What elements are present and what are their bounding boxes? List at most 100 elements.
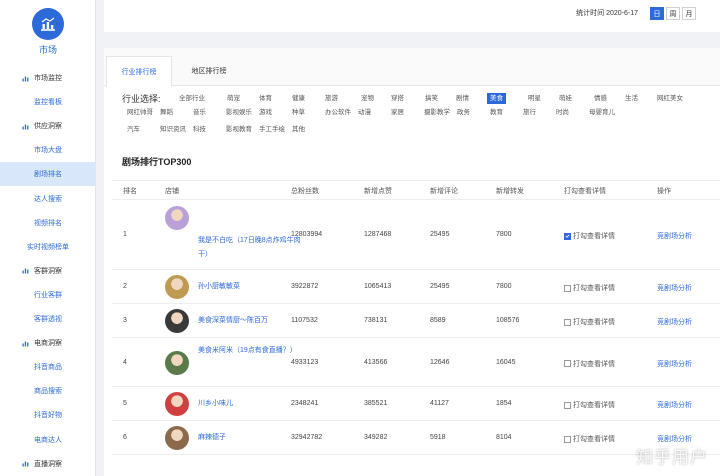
- analysis-link[interactable]: 竞剧场分析: [657, 283, 692, 293]
- category-chip[interactable]: 音乐: [190, 107, 209, 118]
- sidebar-item-6[interactable]: 视频排名: [0, 211, 96, 235]
- shop-name-link[interactable]: 川乡小味儿: [198, 397, 306, 411]
- sidebar-item-15[interactable]: 电商达人: [0, 428, 96, 452]
- sidebar-item-label: 实时视频榜单: [27, 243, 69, 251]
- shop-name-link[interactable]: 孙小厨敏敏菜: [198, 280, 306, 294]
- category-chip[interactable]: 体育: [256, 93, 275, 104]
- category-chip[interactable]: 影视教育: [223, 124, 255, 135]
- sidebar-item-1[interactable]: 监控看板: [0, 90, 96, 114]
- category-chip[interactable]: 穿搭: [388, 93, 407, 104]
- shop-avatar[interactable]: [165, 426, 189, 450]
- shop-name-link[interactable]: 美食米阿米（19点有食直播？）: [198, 344, 306, 358]
- category-chip[interactable]: 家居: [388, 107, 407, 118]
- category-chip[interactable]: 其他: [289, 124, 308, 135]
- sidebar-item-0[interactable]: 市场监控: [0, 66, 96, 90]
- th-action: 操作: [657, 188, 671, 195]
- sidebar-item-5[interactable]: 达人搜索: [0, 187, 96, 211]
- category-chip[interactable]: 舞蹈: [157, 107, 176, 118]
- category-chip[interactable]: 明星: [525, 93, 544, 104]
- week-toggle[interactable]: 周: [666, 7, 680, 20]
- category-chip[interactable]: 美食: [487, 93, 506, 104]
- category-chip[interactable]: 知识资讯: [157, 124, 189, 135]
- analysis-link[interactable]: 竞剧场分析: [657, 400, 692, 410]
- detail-checkbox[interactable]: 打勾查看详情: [564, 317, 615, 327]
- shop-name-link[interactable]: 美食深菜情厨～陈百万: [198, 314, 306, 328]
- category-chip[interactable]: 时尚: [553, 107, 572, 118]
- category-label: 行业选择:: [122, 94, 161, 104]
- shop-avatar[interactable]: [165, 350, 189, 375]
- shop-avatar[interactable]: [165, 206, 189, 230]
- market-logo[interactable]: [32, 8, 64, 40]
- category-chip[interactable]: 政务: [454, 107, 473, 118]
- shares-cell: 8104: [496, 434, 512, 441]
- tab-bar: 行业排行榜 地区排行榜: [104, 48, 720, 87]
- category-chip[interactable]: 办公软件: [322, 107, 354, 118]
- category-chip[interactable]: 健康: [289, 93, 308, 104]
- comments-cell: 41127: [430, 400, 449, 407]
- sidebar-item-2[interactable]: 供应洞察: [0, 114, 96, 138]
- sidebar-item-13[interactable]: 商品搜索: [0, 379, 96, 403]
- month-toggle[interactable]: 月: [682, 7, 696, 20]
- sidebar-item-12[interactable]: 抖音商品: [0, 355, 96, 379]
- category-chip[interactable]: 教育: [487, 107, 506, 118]
- sidebar-item-8[interactable]: 客群洞察: [0, 259, 96, 283]
- table-row: 1 我是不白吃（17日晚8点炸鸡牛肉干） 12803994 1287468 25495 7…: [112, 200, 720, 270]
- category-chip[interactable]: 剧情: [453, 93, 472, 104]
- category-chip[interactable]: 生活: [622, 93, 641, 104]
- tab-industry-ranking[interactable]: 行业排行榜: [106, 56, 172, 87]
- detail-checkbox[interactable]: 打勾查看详情: [564, 434, 615, 444]
- sidebar-item-14[interactable]: 抖音好物: [0, 403, 96, 427]
- checkbox-icon[interactable]: [564, 360, 571, 367]
- detail-checkbox[interactable]: 打勾查看详情: [564, 231, 615, 241]
- rank-cell: 3: [123, 317, 127, 324]
- detail-checkbox[interactable]: 打勾查看详情: [564, 283, 615, 293]
- detail-checkbox[interactable]: 打勾查看详情: [564, 400, 615, 410]
- sidebar-item-3[interactable]: 市场大盘: [0, 138, 96, 162]
- checkbox-checked-icon[interactable]: [564, 232, 571, 240]
- sidebar-item-7[interactable]: 实时视频榜单: [0, 235, 96, 259]
- sidebar-item-10[interactable]: 客群透视: [0, 307, 96, 331]
- shop-avatar[interactable]: [165, 392, 189, 416]
- category-chip[interactable]: 母婴育儿: [586, 107, 618, 118]
- sidebar-item-9[interactable]: 行业客群: [0, 283, 96, 307]
- analysis-link[interactable]: 竞剧场分析: [657, 231, 692, 241]
- sidebar-item-16[interactable]: 直播洞察: [0, 452, 96, 476]
- category-chip[interactable]: 动漫: [355, 107, 374, 118]
- checkbox-icon[interactable]: [564, 435, 571, 443]
- category-chip[interactable]: 全部行业: [176, 93, 208, 104]
- checkbox-icon[interactable]: [564, 318, 571, 326]
- category-chip[interactable]: 种草: [289, 107, 308, 118]
- category-chip[interactable]: 手工手绘: [256, 124, 288, 135]
- tab-region-ranking[interactable]: 地区排行榜: [176, 56, 242, 86]
- category-chip[interactable]: 网红帅哥: [124, 107, 156, 118]
- category-chip[interactable]: 萌娃: [556, 93, 575, 104]
- checkbox-icon[interactable]: [564, 284, 571, 292]
- category-chip[interactable]: 情感: [591, 93, 610, 104]
- category-chip[interactable]: 摄影教学: [421, 107, 453, 118]
- shop-name-link[interactable]: 麻辣德子: [198, 431, 306, 445]
- rank-cell: 1: [123, 231, 127, 238]
- shop-name-link[interactable]: 我是不白吃（17日晚8点炸鸡牛肉干）: [198, 234, 306, 262]
- category-chip[interactable]: 科技: [190, 124, 209, 135]
- day-toggle[interactable]: 日: [650, 7, 664, 20]
- shop-avatar[interactable]: [165, 309, 189, 333]
- chart-icon: [41, 17, 55, 31]
- main-panel: 行业排行榜 地区排行榜 行业选择: 全部行业 萌宠 体育 健康 旅游 宠物 穿搭 搞笑 剧情 美食…: [104, 48, 720, 476]
- sidebar-item-4[interactable]: 剧场排名: [0, 162, 96, 187]
- category-chip[interactable]: 汽车: [124, 124, 143, 135]
- checkbox-icon[interactable]: [564, 401, 571, 409]
- detail-checkbox[interactable]: 打勾查看详情: [564, 359, 615, 369]
- category-chip[interactable]: 影视娱乐: [223, 107, 255, 118]
- analysis-link[interactable]: 竞剧场分析: [657, 359, 692, 369]
- category-chip[interactable]: 游戏: [256, 107, 275, 118]
- category-chip[interactable]: 宠物: [358, 93, 377, 104]
- analysis-link[interactable]: 竞剧场分析: [657, 317, 692, 327]
- category-chip[interactable]: 萌宠: [224, 93, 243, 104]
- category-chip[interactable]: 搞笑: [422, 93, 441, 104]
- shop-avatar[interactable]: [165, 275, 189, 299]
- sidebar-item-11[interactable]: 电商洞察: [0, 331, 96, 355]
- category-chip[interactable]: 旅游: [322, 93, 341, 104]
- category-chip[interactable]: 旅行: [520, 107, 539, 118]
- checkbox-label: 打勾查看详情: [573, 285, 615, 292]
- category-chip[interactable]: 网红美女: [654, 93, 686, 104]
